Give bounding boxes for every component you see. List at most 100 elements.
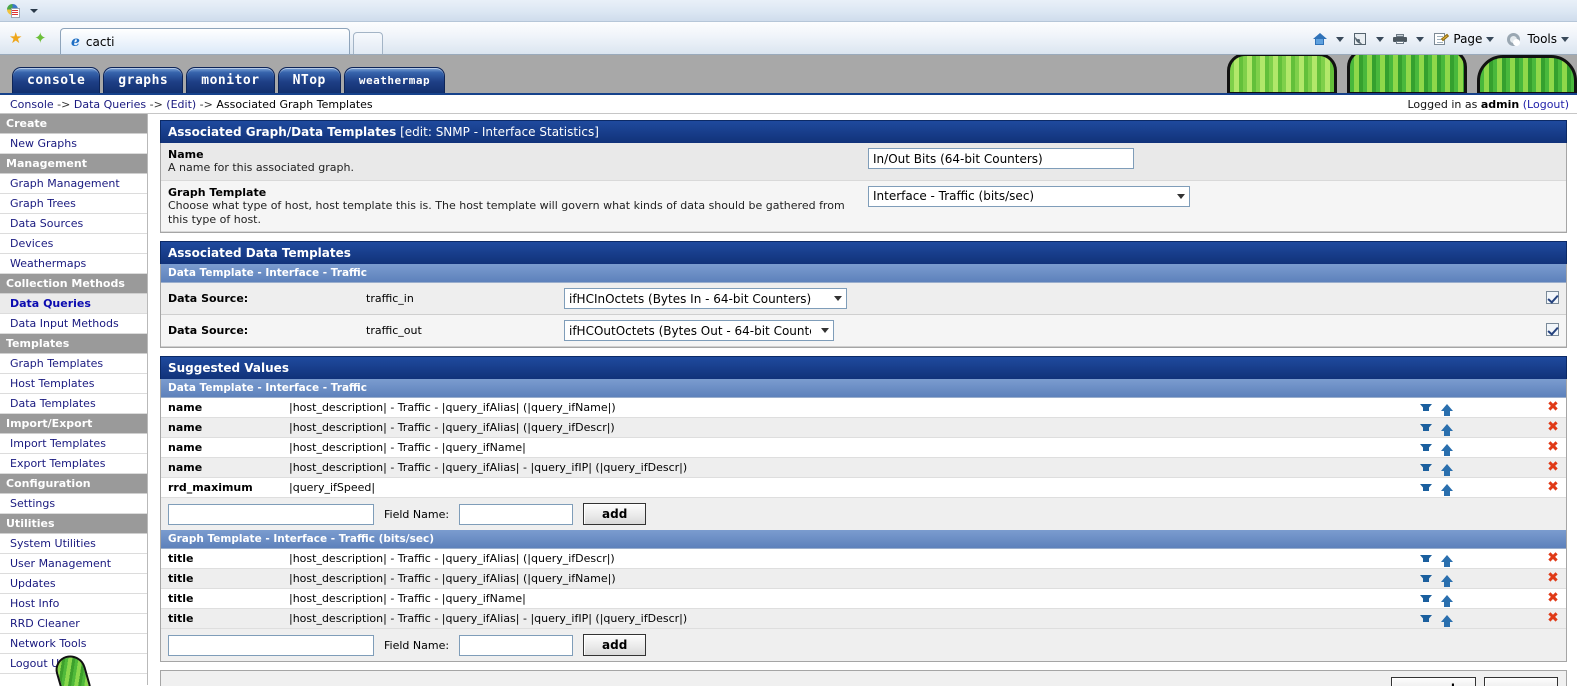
sidebar-item-graph-trees[interactable]: Graph Trees [0, 194, 147, 214]
graph-template-select[interactable]: Interface - Traffic (bits/sec) [868, 185, 1190, 207]
sidebar-item-rrd-cleaner[interactable]: RRD Cleaner [0, 614, 147, 634]
tab-ntop[interactable]: NTop [277, 67, 341, 93]
sidebar-item-settings[interactable]: Settings [0, 494, 147, 514]
arrow-up-icon[interactable] [1441, 575, 1453, 588]
arrow-down-icon[interactable] [1420, 555, 1432, 563]
tab-weathermap[interactable]: weathermap [343, 67, 446, 93]
arrow-up-icon[interactable] [1441, 484, 1453, 497]
row-actions [1420, 464, 1540, 477]
delete-x-icon[interactable]: ✖ [1547, 479, 1559, 495]
sidebar-item-weathermaps[interactable]: Weathermaps [0, 254, 147, 274]
traffic-out-select[interactable]: ifHCOutOctets (Bytes Out - 64-bit Counte… [564, 320, 834, 342]
delete-cell: ✖ [1540, 570, 1566, 586]
sidebar-item-data-templates[interactable]: Data Templates [0, 394, 147, 414]
breadcrumb-sep-3: -> [196, 97, 217, 111]
feeds-button[interactable] [1347, 29, 1373, 49]
delete-x-icon[interactable]: ✖ [1547, 570, 1559, 586]
traffic-out-checkbox[interactable] [1546, 322, 1559, 336]
tab-ntop-label: NTop [292, 73, 326, 88]
print-dropdown-icon[interactable] [1416, 36, 1425, 42]
sidebar-item-user-management[interactable]: User Management [0, 554, 147, 574]
sidebar-item-data-queries[interactable]: Data Queries [0, 294, 147, 314]
arrow-down-icon[interactable] [1420, 404, 1432, 412]
add-favorite-icon[interactable]: ✦ [34, 31, 51, 47]
add-button-1[interactable]: add [583, 634, 647, 657]
tab-monitor[interactable]: monitor [186, 67, 275, 93]
browser-tab-cacti[interactable]: e cacti [60, 28, 350, 54]
star-icon[interactable]: ★ [9, 31, 26, 47]
sidebar-item-import-templates[interactable]: Import Templates [0, 434, 147, 454]
row-actions [1420, 575, 1540, 588]
tools-menu-button[interactable]: Tools [1501, 29, 1573, 49]
sidebar-item-graph-templates[interactable]: Graph Templates [0, 354, 147, 374]
sidebar-item-devices[interactable]: Devices [0, 234, 147, 254]
breadcrumb-item-edit[interactable]: (Edit) [166, 98, 196, 111]
graph-template-label-block: Graph Template Choose what type of host,… [168, 186, 858, 227]
data-source-field-name: traffic_out [366, 324, 422, 338]
traffic-in-select-wrapper: ifHCInOctets (Bytes In - 64-bit Counters… [564, 288, 847, 310]
new-tab-button[interactable] [353, 32, 383, 54]
arrow-down-icon[interactable] [1420, 484, 1432, 492]
delete-x-icon[interactable]: ✖ [1547, 439, 1559, 455]
tools-dropdown-icon[interactable] [1561, 36, 1569, 42]
page-dropdown-icon[interactable] [1486, 36, 1495, 42]
data-source-field-name: traffic_in [366, 292, 414, 306]
page-menu-button[interactable]: Page [1427, 29, 1498, 49]
home-dropdown-icon[interactable] [1336, 36, 1345, 42]
arrow-up-icon[interactable] [1441, 404, 1453, 417]
arrow-down-icon[interactable] [1420, 424, 1432, 432]
breadcrumb-item-console[interactable]: Console [10, 98, 54, 111]
feeds-dropdown-icon[interactable] [1376, 36, 1385, 42]
arrow-up-icon[interactable] [1441, 615, 1453, 628]
cancel-button[interactable]: cancel [1390, 677, 1476, 686]
print-button[interactable] [1387, 29, 1413, 49]
field-name-input-1[interactable] [459, 634, 574, 656]
breadcrumb-item-data-queries[interactable]: Data Queries [74, 98, 146, 111]
field-name-input-0[interactable] [459, 503, 574, 525]
traffic-in-select[interactable]: ifHCInOctets (Bytes In - 64-bit Counters… [564, 288, 847, 310]
tab-console[interactable]: console [12, 67, 101, 93]
arrow-up-icon[interactable] [1441, 464, 1453, 477]
sidebar-item-updates[interactable]: Updates [0, 574, 147, 594]
sidebar-item-data-sources[interactable]: Data Sources [0, 214, 147, 234]
arrow-down-icon[interactable] [1420, 615, 1432, 623]
home-button[interactable] [1307, 29, 1333, 49]
arrow-down-icon[interactable] [1420, 595, 1432, 603]
arrow-up-icon[interactable] [1441, 595, 1453, 608]
delete-x-icon[interactable]: ✖ [1547, 459, 1559, 475]
suggested-value-input-0[interactable] [168, 503, 374, 525]
sidebar-item-host-templates[interactable]: Host Templates [0, 374, 147, 394]
suggested-value-key: rrd_maximum [168, 481, 253, 495]
sidebar-item-host-info[interactable]: Host Info [0, 594, 147, 614]
add-button-0[interactable]: add [583, 503, 647, 526]
traffic-in-checkbox[interactable] [1546, 290, 1559, 304]
arrow-down-icon[interactable] [1420, 464, 1432, 472]
delete-x-icon[interactable]: ✖ [1547, 610, 1559, 626]
name-input[interactable] [868, 148, 1134, 169]
delete-cell: ✖ [1540, 399, 1566, 415]
arrow-down-icon[interactable] [1420, 575, 1432, 583]
sidebar-item-data-input-methods[interactable]: Data Input Methods [0, 314, 147, 334]
arrow-up-icon[interactable] [1441, 555, 1453, 568]
sidebar-item-system-utilities[interactable]: System Utilities [0, 534, 147, 554]
tab-graphs[interactable]: graphs [103, 67, 184, 93]
delete-x-icon[interactable]: ✖ [1547, 419, 1559, 435]
suggested-value-input-1[interactable] [168, 634, 374, 656]
logout-link[interactable]: (Logout) [1523, 98, 1569, 111]
arrow-down-icon[interactable] [1420, 444, 1432, 452]
sidebar-item-export-templates[interactable]: Export Templates [0, 454, 147, 474]
delete-x-icon[interactable]: ✖ [1547, 399, 1559, 415]
browser-toolbar-right: Page Tools [1307, 29, 1573, 49]
delete-x-icon[interactable]: ✖ [1547, 550, 1559, 566]
graph-template-description: Choose what type of host, host template … [168, 198, 845, 226]
sidebar-item-new-graphs[interactable]: New Graphs [0, 134, 147, 154]
sidebar-item-graph-management[interactable]: Graph Management [0, 174, 147, 194]
titlebar-dropdown-icon[interactable] [30, 8, 38, 13]
arrow-up-icon[interactable] [1441, 444, 1453, 457]
suggested-value-key: title [168, 572, 194, 586]
data-source-select-cell: ifHCInOctets (Bytes In - 64-bit Counters… [564, 288, 1537, 310]
tab-graphs-label: graphs [118, 73, 169, 88]
save-button[interactable]: save [1484, 677, 1558, 686]
arrow-up-icon[interactable] [1441, 424, 1453, 437]
delete-x-icon[interactable]: ✖ [1547, 590, 1559, 606]
